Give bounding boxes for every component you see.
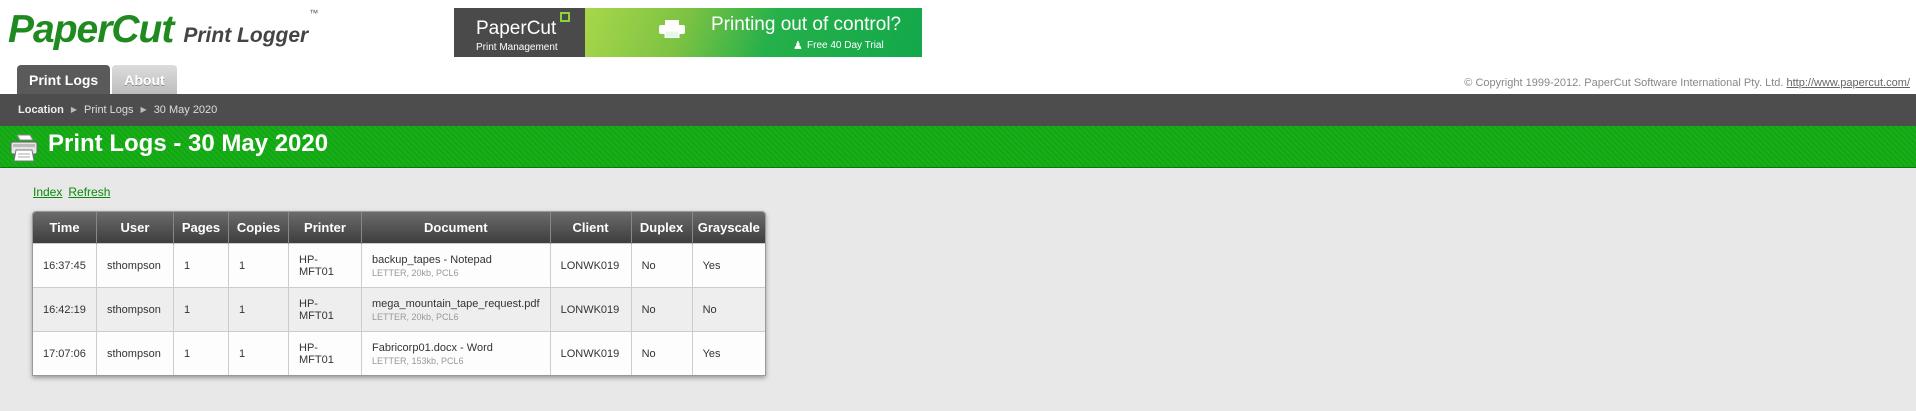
breadcrumb-item-date: 30 May 2020 — [153, 104, 218, 116]
print-log-table: Time User Pages Copies Printer Document … — [32, 211, 766, 376]
cell-document: backup_tapes - Notepad LETTER, 20kb, PCL… — [361, 243, 551, 288]
table-row: 16:37:45 sthompson 1 1 HP-MFT01 backup_t… — [33, 243, 765, 288]
document-meta: LETTER, 20kb, PCL6 — [372, 267, 459, 278]
cell-client: LONWK019 — [550, 331, 632, 375]
copyright-text: © Copyright 1999-2012. PaperCut Software… — [1464, 77, 1784, 89]
cell-grayscale: No — [692, 287, 765, 332]
column-header-document: Document — [361, 212, 551, 244]
column-header-grayscale: Grayscale — [692, 212, 765, 244]
user-icon: ♟ — [793, 40, 803, 52]
document-meta: LETTER, 20kb, PCL6 — [372, 311, 459, 322]
cell-duplex: No — [631, 243, 693, 288]
table-header-row: Time User Pages Copies Printer Document … — [33, 212, 765, 244]
title-bar: Print Logs - 30 May 2020 — [0, 126, 1916, 168]
document-name: backup_tapes - Notepad — [372, 253, 492, 266]
tab-about[interactable]: About — [112, 65, 177, 94]
header: PaperCut Print Logger™ PaperCut Print Man… — [0, 0, 1916, 94]
column-header-client: Client — [550, 212, 632, 244]
cell-user: sthompson — [96, 287, 174, 332]
cell-copies: 1 — [228, 331, 289, 375]
cell-grayscale: Yes — [692, 331, 765, 375]
column-header-pages: Pages — [173, 212, 229, 244]
table-row: 16:42:19 sthompson 1 1 HP-MFT01 mega_mou… — [33, 287, 765, 332]
cell-document: mega_mountain_tape_request.pdf LETTER, 2… — [361, 287, 551, 332]
breadcrumb-item-print-logs[interactable]: Print Logs — [84, 104, 134, 116]
cell-time: 17:07:06 — [33, 331, 97, 375]
copyright: © Copyright 1999-2012. PaperCut Software… — [1464, 77, 1910, 89]
cell-printer: HP-MFT01 — [288, 287, 362, 332]
cell-pages: 1 — [173, 287, 229, 332]
column-header-user: User — [96, 212, 174, 244]
chevron-right-icon: ▶ — [140, 105, 147, 114]
document-name: mega_mountain_tape_request.pdf — [372, 297, 540, 310]
cell-duplex: No — [631, 331, 693, 375]
logo-trademark: ™ — [309, 8, 319, 18]
action-links: Index Refresh — [33, 185, 116, 199]
column-header-time: Time — [33, 212, 97, 244]
logo-product: Print Logger — [183, 24, 309, 47]
chevron-right-icon: ▶ — [70, 105, 77, 114]
cell-client: LONWK019 — [550, 287, 632, 332]
cell-time: 16:42:19 — [33, 287, 97, 332]
cell-pages: 1 — [173, 331, 229, 375]
cell-document: Fabricorp01.docx - Word LETTER, 153kb, P… — [361, 331, 551, 375]
papercut-logo[interactable]: PaperCut Print Logger™ — [8, 8, 318, 52]
cell-grayscale: Yes — [692, 243, 765, 288]
column-header-printer: Printer — [288, 212, 362, 244]
ad-banner[interactable]: PaperCut Print Management Printing out o… — [454, 8, 922, 57]
column-header-duplex: Duplex — [631, 212, 693, 244]
cell-client: LONWK019 — [550, 243, 632, 288]
cell-pages: 1 — [173, 243, 229, 288]
logo-brand: PaperCut — [8, 8, 174, 51]
copyright-link[interactable]: http://www.papercut.com/ — [1787, 77, 1911, 89]
cell-time: 16:37:45 — [33, 243, 97, 288]
banner-trial: Free 40 Day Trial — [807, 40, 884, 51]
breadcrumb: Location ▶ Print Logs ▶ 30 May 2020 — [18, 104, 217, 116]
cell-copies: 1 — [228, 287, 289, 332]
printer-icon — [10, 134, 38, 162]
document-meta: LETTER, 153kb, PCL6 — [372, 355, 464, 366]
page-title: Print Logs - 30 May 2020 — [48, 130, 329, 157]
cell-printer: HP-MFT01 — [288, 243, 362, 288]
cell-user: sthompson — [96, 243, 174, 288]
cell-user: sthompson — [96, 331, 174, 375]
main-tabs: Print Logs About — [17, 65, 179, 94]
breadcrumb-location-label: Location — [18, 104, 64, 116]
cell-copies: 1 — [228, 243, 289, 288]
table-row: 17:07:06 sthompson 1 1 HP-MFT01 Fabricor… — [33, 331, 765, 375]
banner-subtitle: Print Management — [476, 42, 558, 53]
cell-printer: HP-MFT01 — [288, 331, 362, 375]
banner-brand-panel: PaperCut Print Management — [454, 8, 585, 57]
banner-headline: Printing out of control? — [711, 14, 902, 35]
document-name: Fabricorp01.docx - Word — [372, 341, 493, 354]
column-header-copies: Copies — [228, 212, 289, 244]
banner-promo-panel: Printing out of control? ♟ Free 40 Day T… — [585, 8, 922, 57]
banner-brand: PaperCut — [476, 18, 557, 39]
refresh-link[interactable]: Refresh — [68, 185, 110, 199]
tab-print-logs[interactable]: Print Logs — [17, 65, 111, 94]
index-link[interactable]: Index — [33, 185, 62, 199]
printer-icon — [659, 20, 685, 38]
cell-duplex: No — [631, 287, 693, 332]
breadcrumb-bar: Location ▶ Print Logs ▶ 30 May 2020 — [0, 94, 1916, 126]
banner-logo-mark-icon — [560, 12, 570, 22]
